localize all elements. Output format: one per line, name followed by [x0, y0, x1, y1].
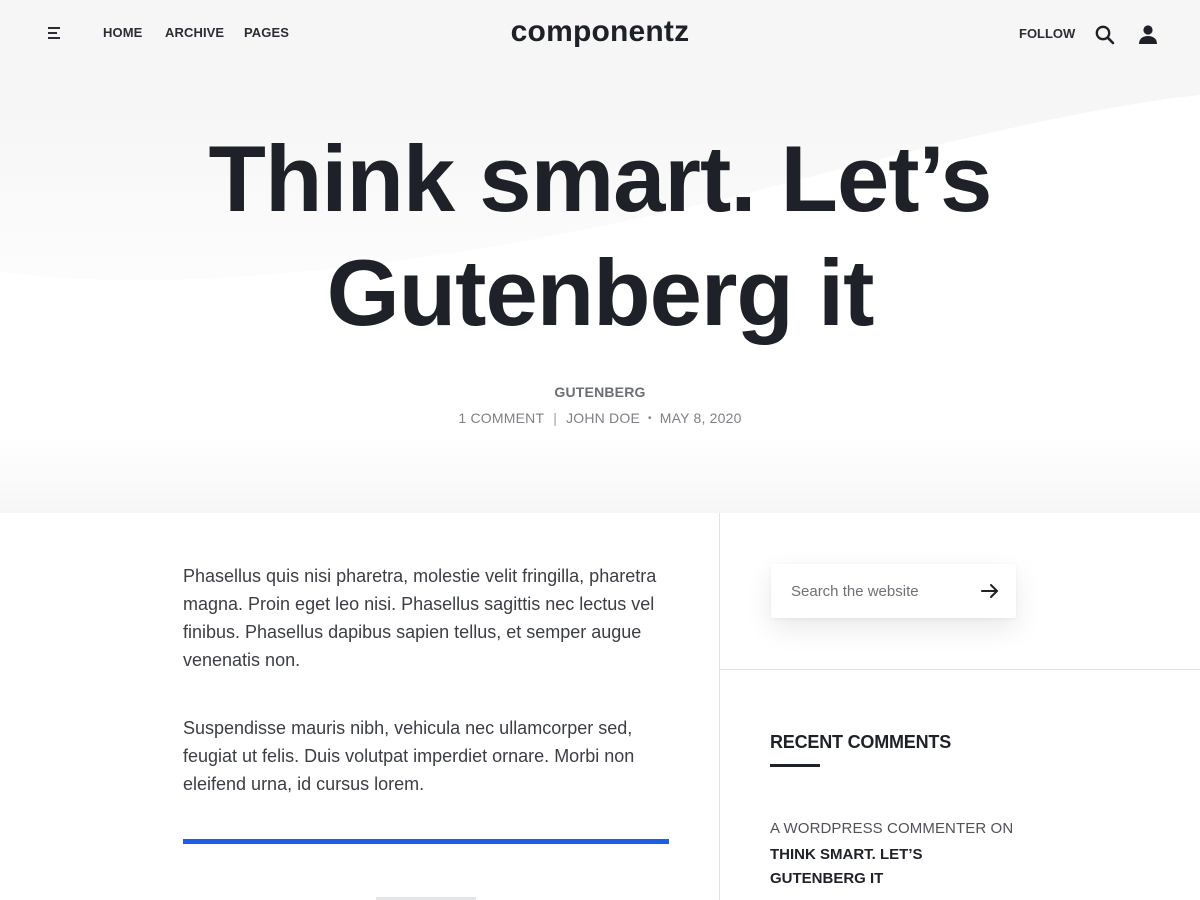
nav-link-home[interactable]: HOME [103, 25, 142, 40]
accent-divider [183, 839, 669, 844]
post-paragraph: Phasellus quis nisi pharetra, molestie v… [183, 566, 657, 670]
sidebar-divider-horizontal [720, 669, 1200, 670]
post-meta: 1 COMMENT | JOHN DOE • MAY 8, 2020 [0, 410, 1200, 426]
post-date: MAY 8, 2020 [659, 410, 742, 426]
site-title[interactable]: componentz [511, 15, 690, 48]
meta-bullet: • [648, 413, 652, 424]
comments-count-link[interactable]: 1 COMMENT [458, 410, 544, 426]
recent-comment-author: A WORDPRESS COMMENTER ON [770, 820, 1014, 837]
search-icon[interactable] [1093, 23, 1117, 47]
hamburger-menu-icon[interactable] [44, 22, 66, 44]
post-paragraph: Suspendisse mauris nibh, vehicula nec ul… [183, 718, 635, 794]
post-title: Think smart. Let’s Gutenberg it [100, 122, 1100, 350]
recent-comment-post-link[interactable]: THINK SMART. LET’S GUTENBERG IT [770, 843, 990, 891]
sidebar-search-form [771, 564, 1016, 618]
post-content: Phasellus quis nisi pharetra, molestie v… [183, 562, 673, 838]
hero-bottom-shade [0, 433, 1200, 513]
arrow-right-icon[interactable] [979, 580, 1001, 602]
post-category-link[interactable]: GUTENBERG [554, 384, 645, 400]
widget-title-underline [770, 764, 820, 767]
author-link[interactable]: JOHN DOE [566, 410, 640, 426]
post-title-line-2: Gutenberg it [326, 240, 875, 345]
recent-comments-title: RECENT COMMENTS [770, 732, 951, 752]
user-icon[interactable] [1136, 22, 1160, 46]
post-category-wrapper: GUTENBERG [0, 384, 1200, 400]
sidebar-divider-vertical [719, 513, 720, 900]
follow-button[interactable]: FOLLOW [1019, 26, 1075, 41]
nav-link-archive[interactable]: ARCHIVE [165, 25, 224, 40]
nav-link-pages[interactable]: PAGES [244, 25, 289, 40]
sidebar-search-input[interactable] [771, 564, 961, 618]
meta-separator: | [553, 410, 558, 426]
post-title-line-1: Think smart. Let’s [208, 126, 993, 231]
